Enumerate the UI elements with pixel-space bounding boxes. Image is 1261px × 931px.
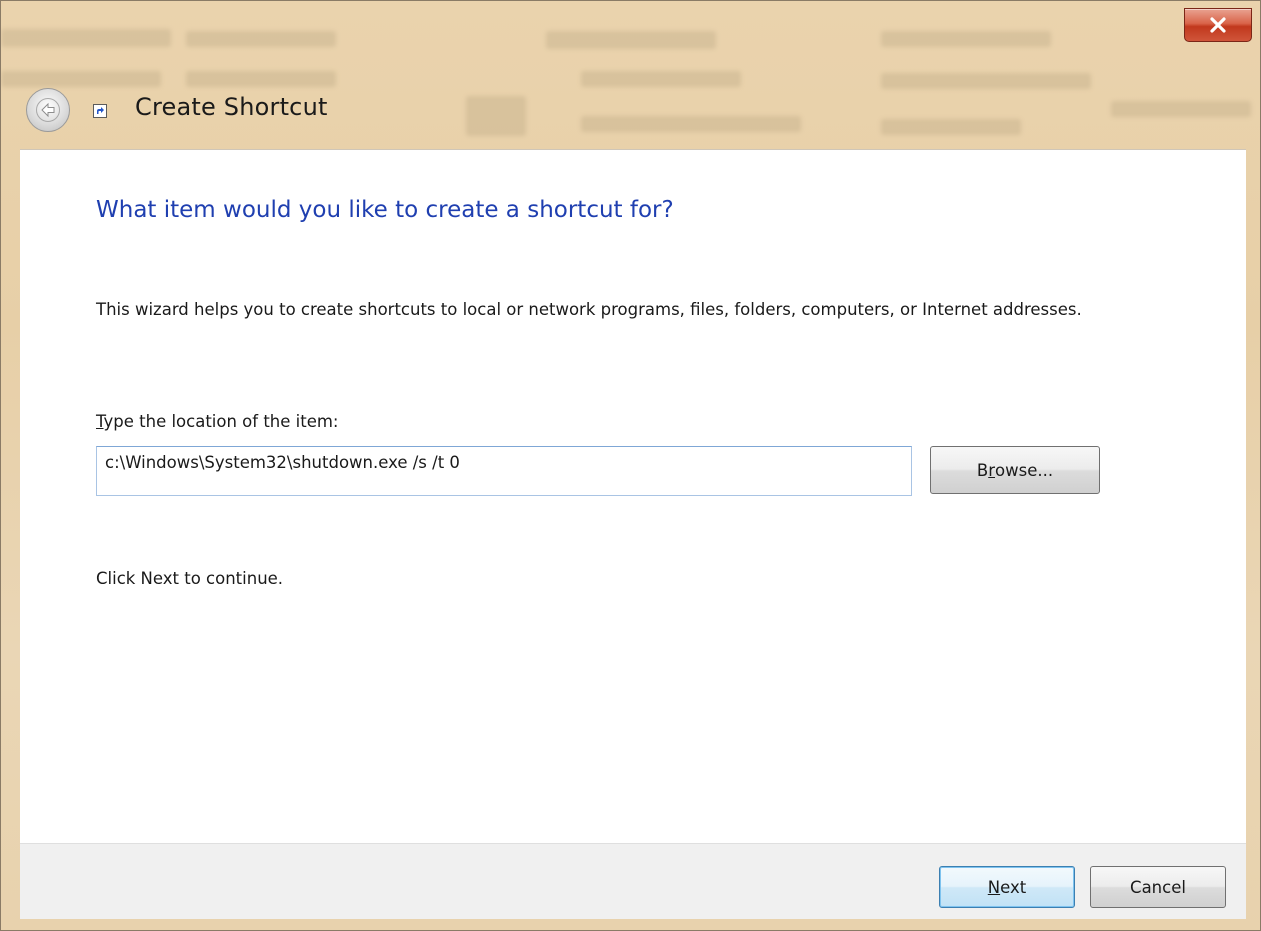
close-button[interactable] (1184, 8, 1252, 42)
browse-label-pre: B (976, 460, 989, 480)
back-arrow-icon (36, 98, 60, 122)
title-bar: Create Shortcut (1, 1, 1260, 149)
next-button[interactable]: Next (939, 866, 1075, 908)
close-icon (1210, 17, 1226, 33)
wizard-description: This wizard helps you to create shortcut… (96, 300, 1082, 319)
back-button[interactable] (26, 88, 70, 132)
browse-label-rest: owse... (995, 460, 1054, 480)
continue-hint: Click Next to continue. (96, 569, 284, 588)
wizard-content: What item would you like to create a sho… (20, 149, 1246, 843)
next-label-rest: ext (1000, 877, 1027, 897)
browse-button[interactable]: Br owse... (930, 446, 1100, 494)
wizard-footer: Next Cancel (20, 843, 1246, 919)
wizard-window: Create Shortcut What item would you like… (0, 0, 1261, 931)
location-label-text: ype the location of the item: (103, 412, 339, 431)
location-label-mnemonic: T (96, 412, 104, 431)
window-title: Create Shortcut (135, 93, 328, 121)
next-label-mnemonic: N (987, 877, 1001, 897)
shortcut-icon (93, 104, 107, 118)
location-input[interactable] (96, 446, 912, 496)
cancel-button[interactable]: Cancel (1090, 866, 1226, 908)
location-label: Type the location of the item: (96, 412, 339, 431)
page-heading: What item would you like to create a sho… (96, 197, 674, 223)
browse-label-mnemonic: r (988, 460, 996, 480)
